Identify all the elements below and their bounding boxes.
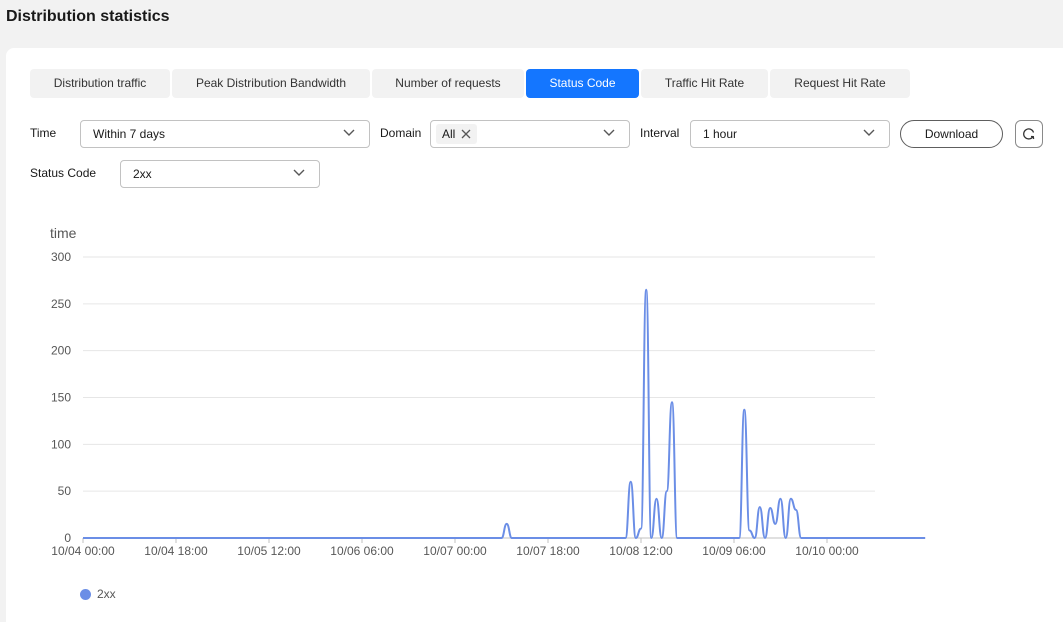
legend-label: 2xx [97,587,116,601]
x-tick-label: 10/06 06:00 [330,544,394,558]
y-tick-label: 100 [51,437,71,451]
y-tick-label: 250 [51,297,71,311]
chart-legend[interactable]: 2xx [80,587,116,601]
y-tick-label: 200 [51,344,71,358]
x-tick-label: 10/08 12:00 [609,544,673,558]
x-tick-label: 10/04 00:00 [51,544,115,558]
y-tick-label: 150 [51,391,71,405]
y-tick-label: 300 [51,250,71,264]
series-line-2xx [83,288,926,540]
x-tick-label: 10/09 06:00 [702,544,766,558]
y-tick-label: 50 [58,484,72,498]
x-tick-label: 10/07 18:00 [516,544,580,558]
status-code-chart: 0 50 100 150 200 250 300 time 10/04 00:00 10/04 1… [50,225,926,558]
x-tick-label: 10/05 12:00 [237,544,301,558]
page-title: Distribution statistics [6,8,170,25]
x-tick-label: 10/04 18:00 [144,544,208,558]
x-tick-label: 10/07 00:00 [423,544,487,558]
x-tick-label: 10/10 00:00 [795,544,859,558]
y-axis-title: time [50,225,77,241]
statistics-panel: Distribution traffic Peak Distribution B… [6,48,1063,622]
legend-dot [80,588,91,600]
y-tick-label: 0 [64,531,71,545]
